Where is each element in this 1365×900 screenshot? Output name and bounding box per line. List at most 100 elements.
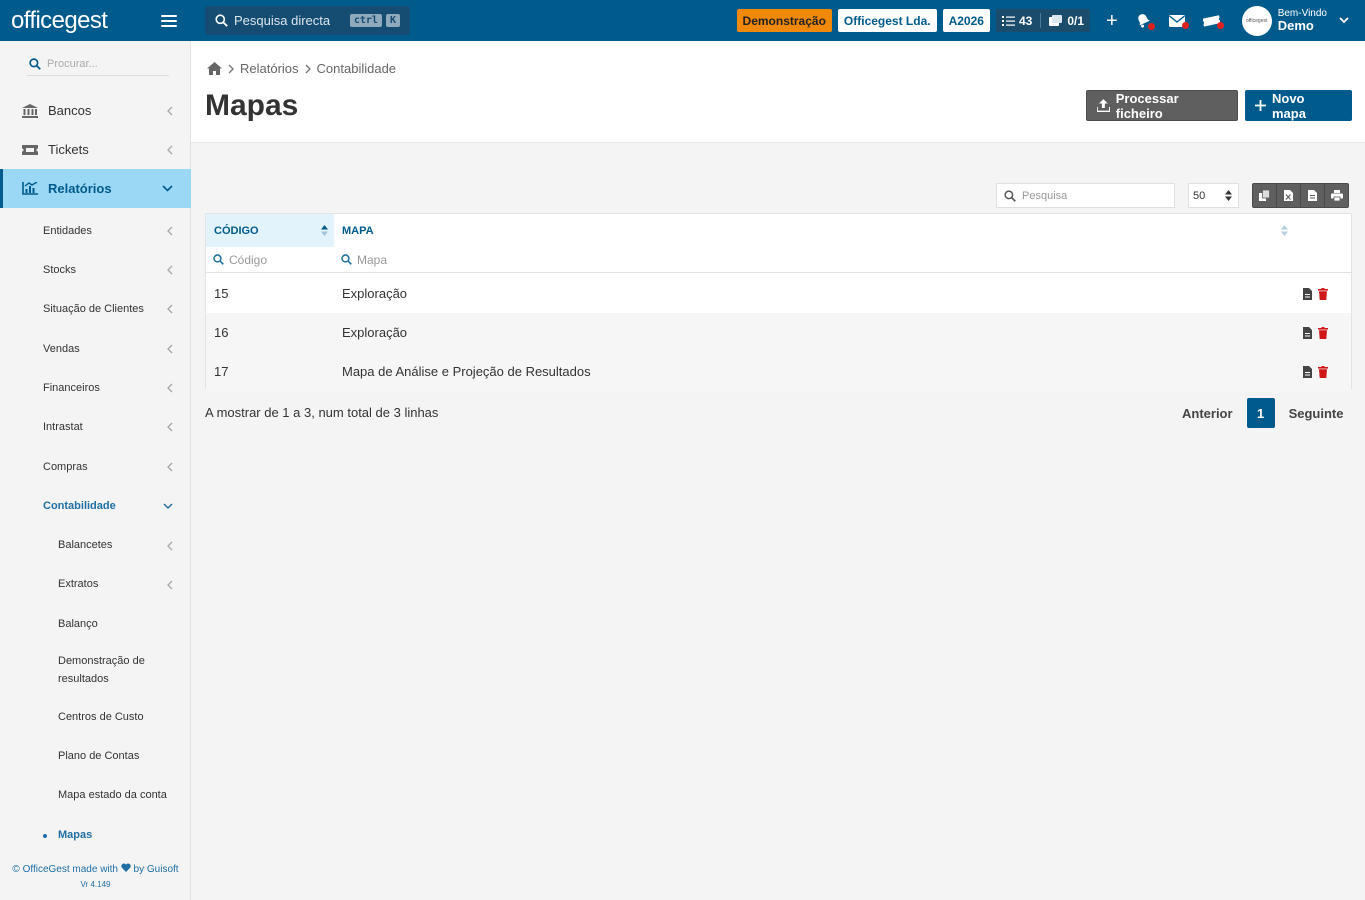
export-buttons [1252, 183, 1349, 208]
new-map-label: Novo mapa [1271, 90, 1306, 121]
filter-codigo-input[interactable]: Código [206, 247, 334, 272]
sidebar-item-extratos[interactable]: Extratos [0, 570, 191, 600]
pdf-export-button[interactable] [1300, 183, 1325, 208]
sidebar-item-balanco[interactable]: Balanço [0, 610, 191, 640]
tasks-count: 43 [1018, 13, 1033, 28]
pagination-previous[interactable]: Anterior [1182, 406, 1233, 421]
document-icon[interactable] [1303, 326, 1312, 339]
sort-arrows-icon [1225, 190, 1232, 201]
sidebar-item-tickets[interactable]: Tickets [0, 130, 191, 169]
sidebar-item-label: Extratos [58, 578, 99, 591]
table-row[interactable]: 16 Exploração [206, 313, 1351, 352]
upload-icon [1097, 99, 1110, 112]
sidebar-item-label: Situação de Clientes [43, 303, 144, 315]
sidebar-item-situacao-clientes[interactable]: Situação de Clientes [0, 294, 191, 324]
cell-codigo: 16 [214, 325, 229, 340]
demo-badge[interactable]: Demonstração [736, 9, 832, 32]
sidebar-item-label: Centros de Custo [58, 711, 144, 724]
chevron-down-icon[interactable] [1339, 17, 1349, 24]
file-icon [1308, 190, 1317, 201]
sidebar-item-mapa-estado-conta[interactable]: Mapa estado da conta [0, 781, 191, 811]
sidebar: Procurar... Bancos Tickets Relatórios En… [0, 41, 191, 900]
bank-icon [22, 103, 38, 118]
sidebar-item-intrastat[interactable]: Intrastat [0, 412, 191, 442]
sidebar-item-bancos[interactable]: Bancos [0, 91, 191, 130]
breadcrumb-contabilidade[interactable]: Contabilidade [317, 61, 397, 76]
sidebar-item-label: Plano de Contas [58, 750, 140, 763]
print-button[interactable] [1324, 183, 1349, 208]
sidebar-item-label: Balanço [58, 618, 98, 631]
pagination-next[interactable]: Seguinte [1289, 406, 1344, 421]
company-selector[interactable]: Officegest Lda. [837, 9, 937, 32]
sidebar-footer: © OfficeGest made with by Guisoft Vr 4.1… [0, 861, 191, 892]
process-file-button[interactable]: Processar ficheiro [1086, 90, 1238, 121]
chevron-left-icon [167, 580, 173, 590]
process-file-label: Processar ficheiro [1115, 90, 1179, 121]
sidebar-item-label: Mapa estado da conta [58, 789, 167, 802]
sidebar-item-entidades[interactable]: Entidades [0, 216, 191, 246]
chart-icon [22, 182, 38, 195]
mail-icon[interactable] [1168, 14, 1189, 29]
app-version: Vr 4.149 [80, 880, 111, 890]
sidebar-item-plano-contas[interactable]: Plano de Contas [0, 742, 191, 772]
page-size-select[interactable]: 50 [1188, 183, 1239, 208]
page-title: Mapas [205, 89, 299, 122]
sidebar-item-balancetes[interactable]: Balancetes [0, 531, 191, 561]
row-actions [1303, 287, 1351, 300]
menu-toggle-icon[interactable] [161, 14, 177, 27]
table-row[interactable]: 15 Exploração [206, 274, 1351, 313]
sidebar-item-contabilidade[interactable]: Contabilidade [0, 491, 191, 521]
home-icon[interactable] [207, 62, 222, 75]
year-selector[interactable]: A2026 [942, 9, 990, 32]
notifications-icon[interactable] [1136, 13, 1155, 30]
ticket-icon [22, 144, 38, 155]
sidebar-item-label: Financeiros [43, 382, 100, 394]
user-avatar[interactable]: officegest [1241, 5, 1272, 36]
quick-search-box[interactable]: Pesquisa directa ctrl K [205, 6, 410, 35]
filter-mapa-input[interactable]: Mapa [334, 247, 387, 272]
sidebar-item-label: Demonstração de resultados [58, 655, 145, 685]
sidebar-item-relatorios[interactable]: Relatórios [0, 169, 191, 208]
sidebar-item-label: Stocks [43, 264, 77, 276]
sidebar-item-label: Tickets [48, 142, 89, 157]
copy-icon [1259, 190, 1270, 201]
copy-button[interactable] [1252, 183, 1277, 208]
document-icon[interactable] [1303, 287, 1312, 300]
new-map-button[interactable]: Novo mapa [1245, 90, 1352, 121]
trash-icon[interactable] [1318, 365, 1328, 378]
sidebar-item-compras[interactable]: Compras [0, 452, 191, 482]
user-menu[interactable]: Bem-Vindo Demo [1278, 8, 1327, 33]
table-search-input[interactable]: Pesquisa [996, 183, 1175, 208]
quick-search-label: Pesquisa directa [234, 13, 331, 28]
filter-codigo-placeholder: Código [229, 252, 268, 267]
task-counters[interactable]: 43 0/1 [995, 9, 1091, 32]
chevron-left-icon [167, 344, 173, 354]
sidebar-item-financeiros[interactable]: Financeiros [0, 373, 191, 403]
sidebar-search[interactable]: Procurar... [27, 52, 169, 76]
trash-icon[interactable] [1318, 287, 1328, 300]
chevron-right-icon [228, 64, 234, 73]
add-icon[interactable]: + [1106, 11, 1118, 31]
column-header-mapa[interactable]: MAPA [334, 214, 1351, 247]
brand-logo[interactable]: officegest [11, 7, 108, 35]
table-row[interactable]: 17 Mapa de Análise e Projeção de Resulta… [206, 352, 1351, 391]
shortcut-k: K [385, 14, 400, 27]
breadcrumb-relatorios[interactable]: Relatórios [240, 61, 299, 76]
sidebar-item-mapas[interactable]: Mapas [0, 821, 191, 851]
column-header-codigo[interactable]: CÓDIGO [206, 214, 334, 247]
heart-icon [121, 863, 131, 873]
chevron-right-icon [305, 64, 311, 73]
footer-suffix[interactable]: by Guisoft [134, 864, 179, 875]
search-icon [341, 254, 352, 265]
excel-file-icon [1284, 190, 1293, 201]
sidebar-item-stocks[interactable]: Stocks [0, 255, 191, 285]
table-header: CÓDIGO MAPA [206, 214, 1351, 247]
pagination-page-1[interactable]: 1 [1246, 398, 1275, 428]
document-icon[interactable] [1303, 365, 1312, 378]
sidebar-item-centros-custo[interactable]: Centros de Custo [0, 703, 191, 733]
sidebar-item-vendas[interactable]: Vendas [0, 334, 191, 364]
trash-icon[interactable] [1318, 326, 1328, 339]
excel-export-button[interactable] [1276, 183, 1301, 208]
sidebar-item-demonstracao-resultados[interactable]: Demonstração de resultados [0, 653, 160, 689]
ticket-alert-icon[interactable] [1202, 14, 1224, 29]
